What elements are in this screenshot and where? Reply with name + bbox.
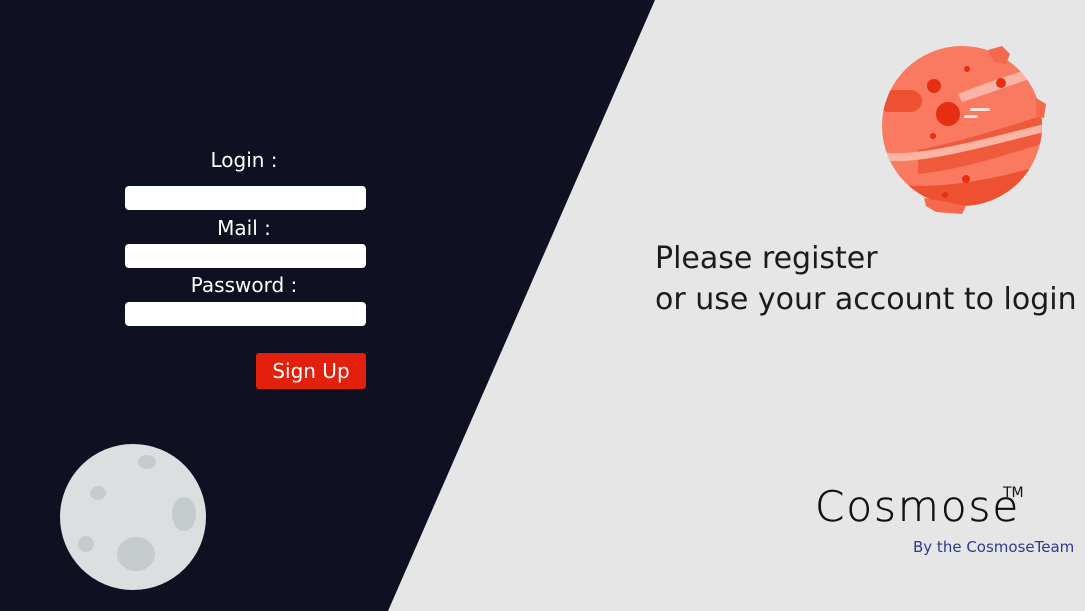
signup-button[interactable]: Sign Up	[256, 353, 366, 389]
brand-logo: Cosmose TM By the CosmoseTeam	[815, 480, 1075, 556]
password-label: Password :	[190, 273, 298, 297]
tagline-line-2: or use your account to login	[655, 282, 1077, 317]
red-planet-icon	[882, 46, 1046, 214]
brand-name: Cosmose	[815, 482, 1021, 532]
mail-label: Mail :	[217, 216, 271, 240]
brand-byline: By the CosmoseTeam	[913, 538, 1075, 556]
tagline-line-1: Please register	[655, 241, 878, 276]
tagline: Please register or use your account to l…	[655, 238, 1077, 320]
password-input[interactable]	[125, 302, 366, 326]
moon-icon	[60, 444, 206, 590]
mail-input[interactable]	[125, 244, 366, 268]
trademark: TM	[1003, 485, 1024, 501]
login-screen: Login : Mail : Password : Sign Up Please…	[0, 0, 1085, 611]
login-label: Login :	[210, 148, 278, 172]
login-input[interactable]	[125, 186, 366, 210]
